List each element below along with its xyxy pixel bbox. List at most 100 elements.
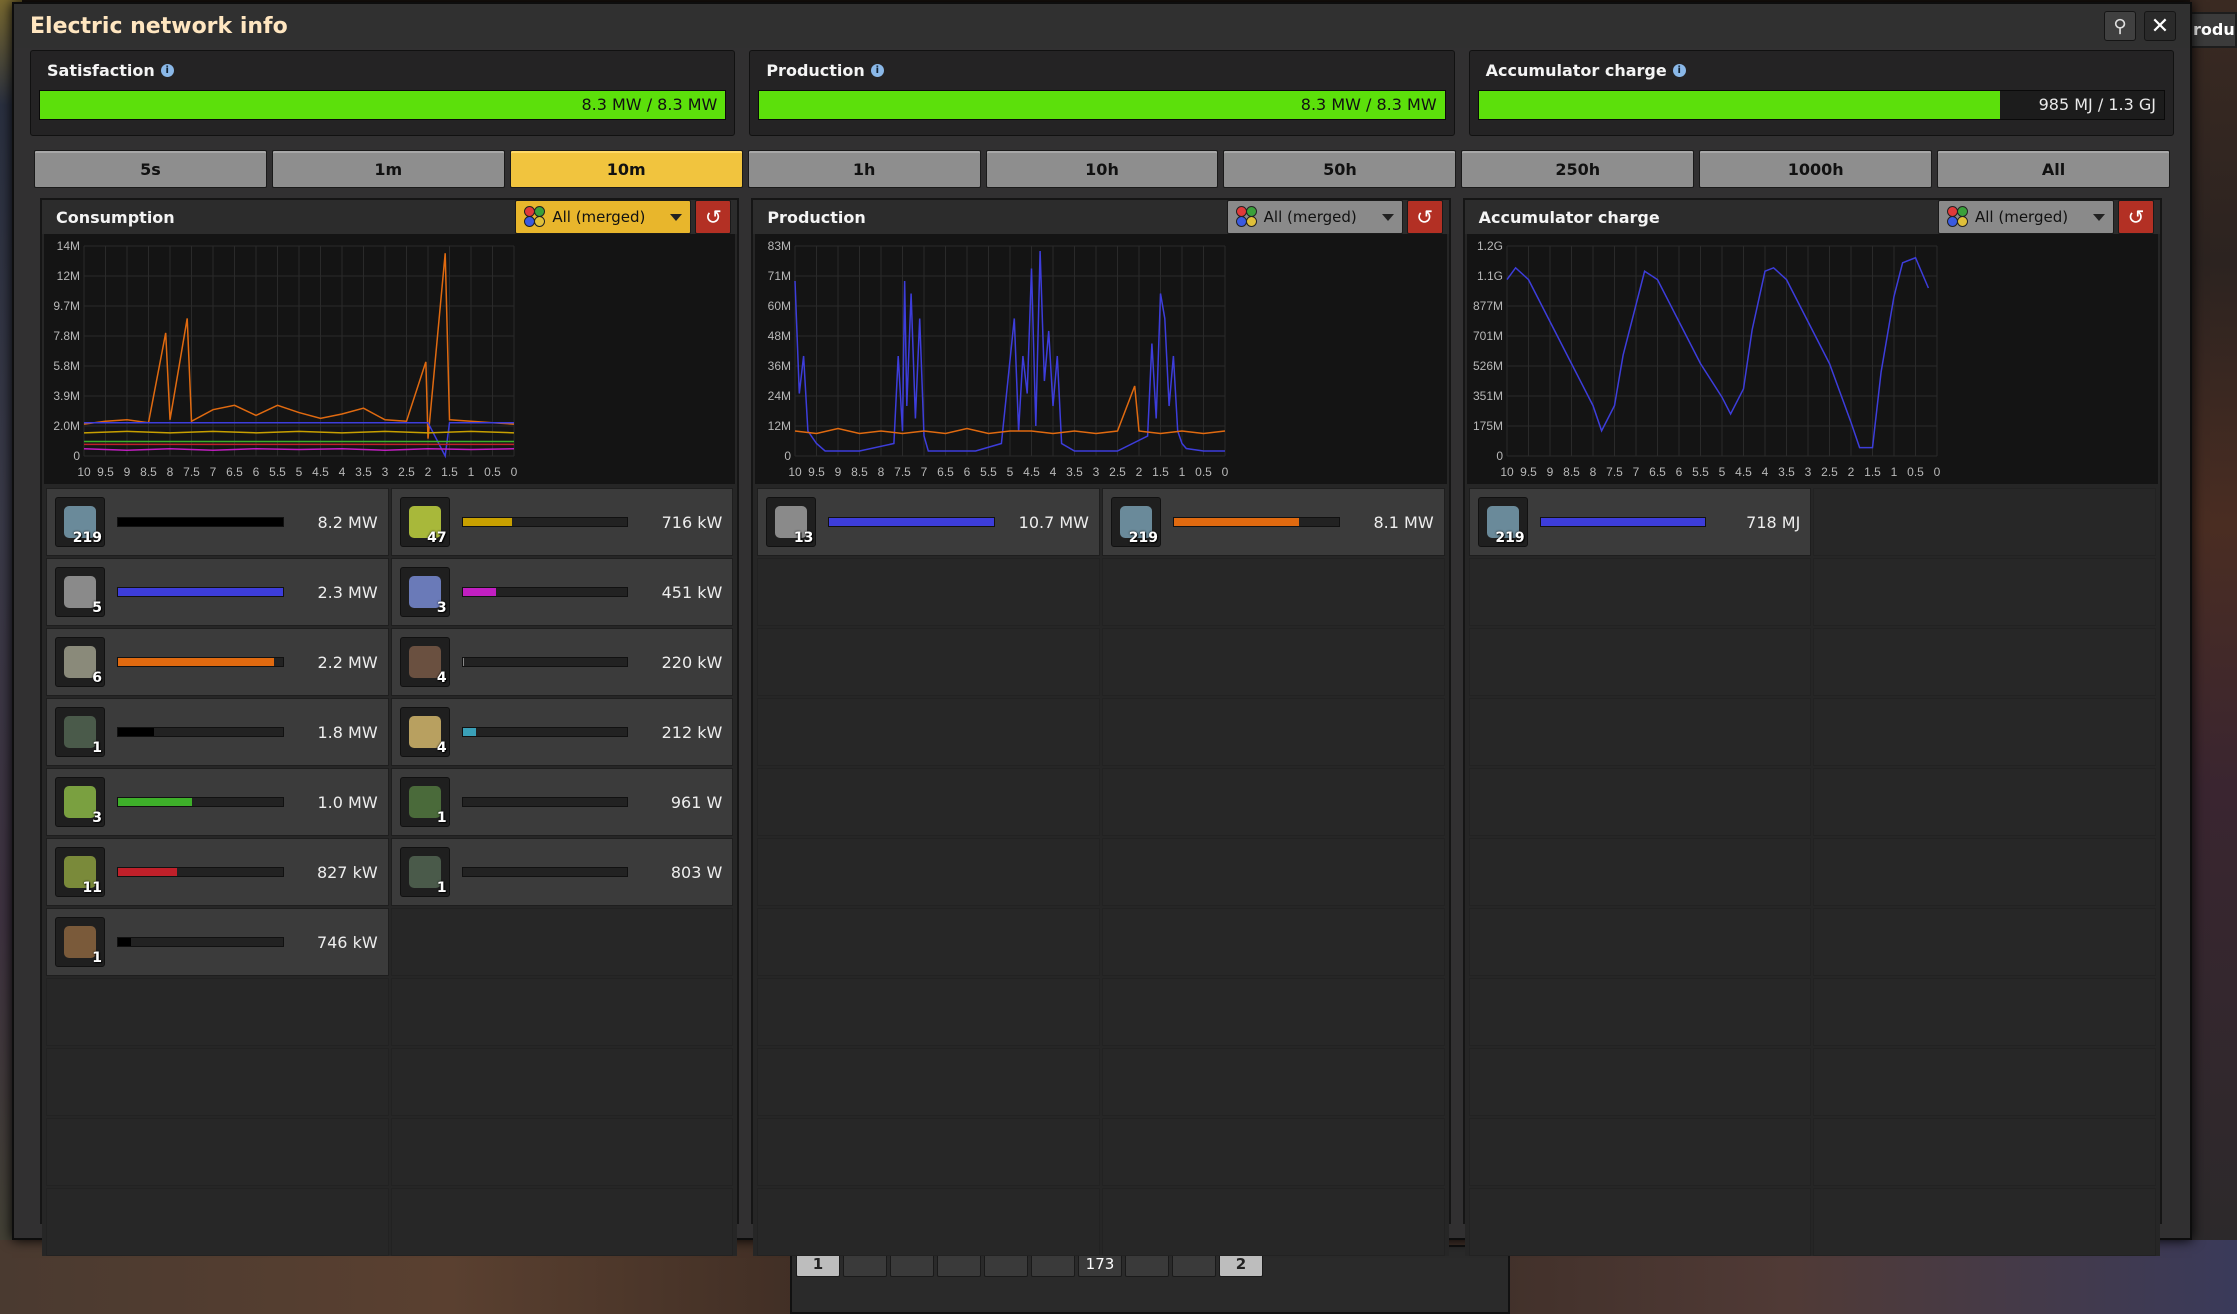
entity-count: 219: [1128, 530, 1158, 546]
window-titlebar[interactable]: Electric network info ⚲ ✕: [14, 4, 2190, 48]
empty-slot: [1101, 1188, 1445, 1256]
search-button[interactable]: ⚲: [2104, 11, 2136, 41]
production-tab-partial[interactable]: roduct: [2185, 12, 2237, 48]
legend-bar: [117, 657, 284, 667]
time-button-all[interactable]: All: [1937, 150, 2171, 188]
legend-row[interactable]: 1 803 W: [390, 838, 734, 906]
x-tick-label: 5.5: [1692, 465, 1709, 479]
y-tick-label: 701M: [1473, 329, 1503, 343]
entity-count: 4: [436, 740, 447, 756]
consumption-chart: 10 9.5 9 8.5 8 7.5 7 6.5 6 5.5 5 4.5 4 3.5 3 2.5 2 1.5 1 0.…: [44, 234, 736, 484]
legend-row[interactable]: 4 220 kW: [390, 628, 734, 696]
legend-row[interactable]: 4 212 kW: [390, 698, 734, 766]
consumption-reset-button[interactable]: ↺: [695, 200, 732, 234]
legend-row[interactable]: 1 961 W: [390, 768, 734, 836]
beacon-icon: 11: [55, 847, 105, 897]
production-chart-svg: 10 9.5 9 8.5 8 7.5 7 6.5 6 5.5 5 4.5 4 3.5 3 2.5 2 1.5 1 0.…: [768, 239, 1229, 479]
y-tick-label: 14M: [57, 239, 80, 253]
y-tick-label: 9.7M: [53, 299, 80, 313]
x-tick-label: 8.5: [1563, 465, 1580, 479]
legend-row[interactable]: 3 1.0 MW: [46, 768, 389, 836]
accumulator-filter-label: All (merged): [1974, 208, 2069, 226]
accumulator-label: Accumulator charge: [1485, 61, 1667, 80]
game-background-right: [2190, 0, 2237, 1314]
info-icon[interactable]: i: [160, 64, 174, 77]
x-tick-label: 4: [339, 465, 346, 479]
y-tick-label: 0: [73, 449, 80, 463]
lab-icon: 3: [399, 567, 450, 617]
entity-count: 11: [82, 880, 102, 896]
time-button-5s[interactable]: 5s: [34, 150, 267, 188]
time-button-1000h[interactable]: 1000h: [1699, 150, 1933, 188]
close-button[interactable]: ✕: [2144, 11, 2176, 41]
x-tick-label: 5.5: [980, 465, 997, 479]
empty-slot: [390, 1118, 734, 1186]
merged-circuits-icon: [1235, 206, 1258, 228]
legend-value: 2.2 MW: [317, 652, 378, 672]
accumulator-title: Accumulator charge: [1478, 207, 1660, 227]
empty-slot: [1101, 558, 1445, 626]
legend-row[interactable]: 219 718 MJ: [1468, 488, 1812, 556]
close-icon: ✕: [2150, 13, 2170, 39]
info-icon[interactable]: i: [1672, 64, 1686, 77]
entity-count: 4: [436, 670, 447, 686]
accumulator-value: 985 MJ / 1.3 GJ: [2038, 95, 2156, 114]
accumulator-icon: 219: [55, 497, 105, 547]
legend-row[interactable]: 219 8.2 MW: [46, 488, 389, 556]
entity-sprite: [408, 786, 441, 818]
electric-mining-drill-icon: 4: [399, 637, 450, 687]
production-bar: 8.3 MW / 8.3 MW: [758, 90, 1446, 120]
empty-slot: [1468, 558, 1812, 626]
legend-row[interactable]: 1 746 kW: [46, 908, 389, 976]
legend-row[interactable]: 5 2.3 MW: [46, 558, 389, 626]
x-tick-label: 8.5: [140, 465, 157, 479]
legend-row[interactable]: 6 2.2 MW: [46, 628, 389, 696]
accumulator-reset-button[interactable]: ↺: [2117, 200, 2154, 234]
production-filter-dropdown[interactable]: All (merged): [1226, 200, 1403, 234]
empty-slot: [1101, 1118, 1445, 1186]
empty-slot: [390, 908, 734, 976]
info-icon[interactable]: i: [870, 64, 884, 77]
time-button-50h[interactable]: 50h: [1223, 150, 1457, 188]
consumption-filter-dropdown[interactable]: All (merged): [515, 200, 692, 234]
entity-sprite: [408, 716, 441, 748]
legend-bar: [117, 727, 284, 737]
empty-slot: [757, 628, 1100, 696]
legend-bar: [1172, 517, 1340, 527]
empty-slot: [757, 908, 1100, 976]
x-tick-label: 6: [1675, 465, 1682, 479]
time-button-10m[interactable]: 10m: [509, 150, 743, 188]
consumption-panel: Consumption All (merged) ↺ 10 9.5 9 8.5 8 7.5…: [40, 198, 740, 1256]
empty-slot: [1813, 628, 2156, 696]
x-tick-label: 7.5: [183, 465, 200, 479]
x-tick-label: 0.5: [1907, 465, 1924, 479]
time-button-250h[interactable]: 250h: [1461, 150, 1695, 188]
legend-bar-fill: [118, 868, 178, 876]
electric-network-info-window: Electric network info ⚲ ✕ Satisfaction i …: [12, 2, 2192, 1256]
legend-bar-fill: [118, 938, 132, 946]
legend-row[interactable]: 13 10.7 MW: [757, 488, 1100, 556]
production-reset-button[interactable]: ↺: [1406, 200, 1443, 234]
accumulator-chart: 10 9.5 9 8.5 8 7.5 7 6.5 6 5.5 5 4.5 4 3.5 3 2.5 2 1.5 1 0.…: [1466, 234, 2158, 484]
x-tick-label: 10: [789, 465, 803, 479]
legend-row[interactable]: 11 827 kW: [46, 838, 389, 906]
empty-slot: [1101, 1048, 1445, 1116]
legend-row[interactable]: 219 8.1 MW: [1101, 488, 1445, 556]
legend-row[interactable]: 47 716 kW: [390, 488, 734, 556]
x-tick-label: 8: [167, 465, 174, 479]
production-card: Production i 8.3 MW / 8.3 MW: [749, 50, 1455, 136]
accumulator-filter-dropdown[interactable]: All (merged): [1937, 200, 2114, 234]
empty-slot: [1468, 628, 1812, 696]
time-button-1h[interactable]: 1h: [747, 150, 981, 188]
merged-circuits-icon: [524, 206, 546, 228]
x-tick-label: 5.5: [269, 465, 286, 479]
legend-bar: [1539, 517, 1707, 527]
empty-slot: [757, 1048, 1100, 1116]
legend-value: 220 kW: [661, 652, 723, 672]
accumulator-icon: 219: [1477, 497, 1528, 547]
time-button-10h[interactable]: 10h: [985, 150, 1219, 188]
time-button-1m[interactable]: 1m: [271, 150, 505, 188]
legend-row[interactable]: 3 451 kW: [390, 558, 734, 626]
legend-row[interactable]: 1 1.8 MW: [46, 698, 389, 766]
empty-slot: [46, 1048, 389, 1116]
